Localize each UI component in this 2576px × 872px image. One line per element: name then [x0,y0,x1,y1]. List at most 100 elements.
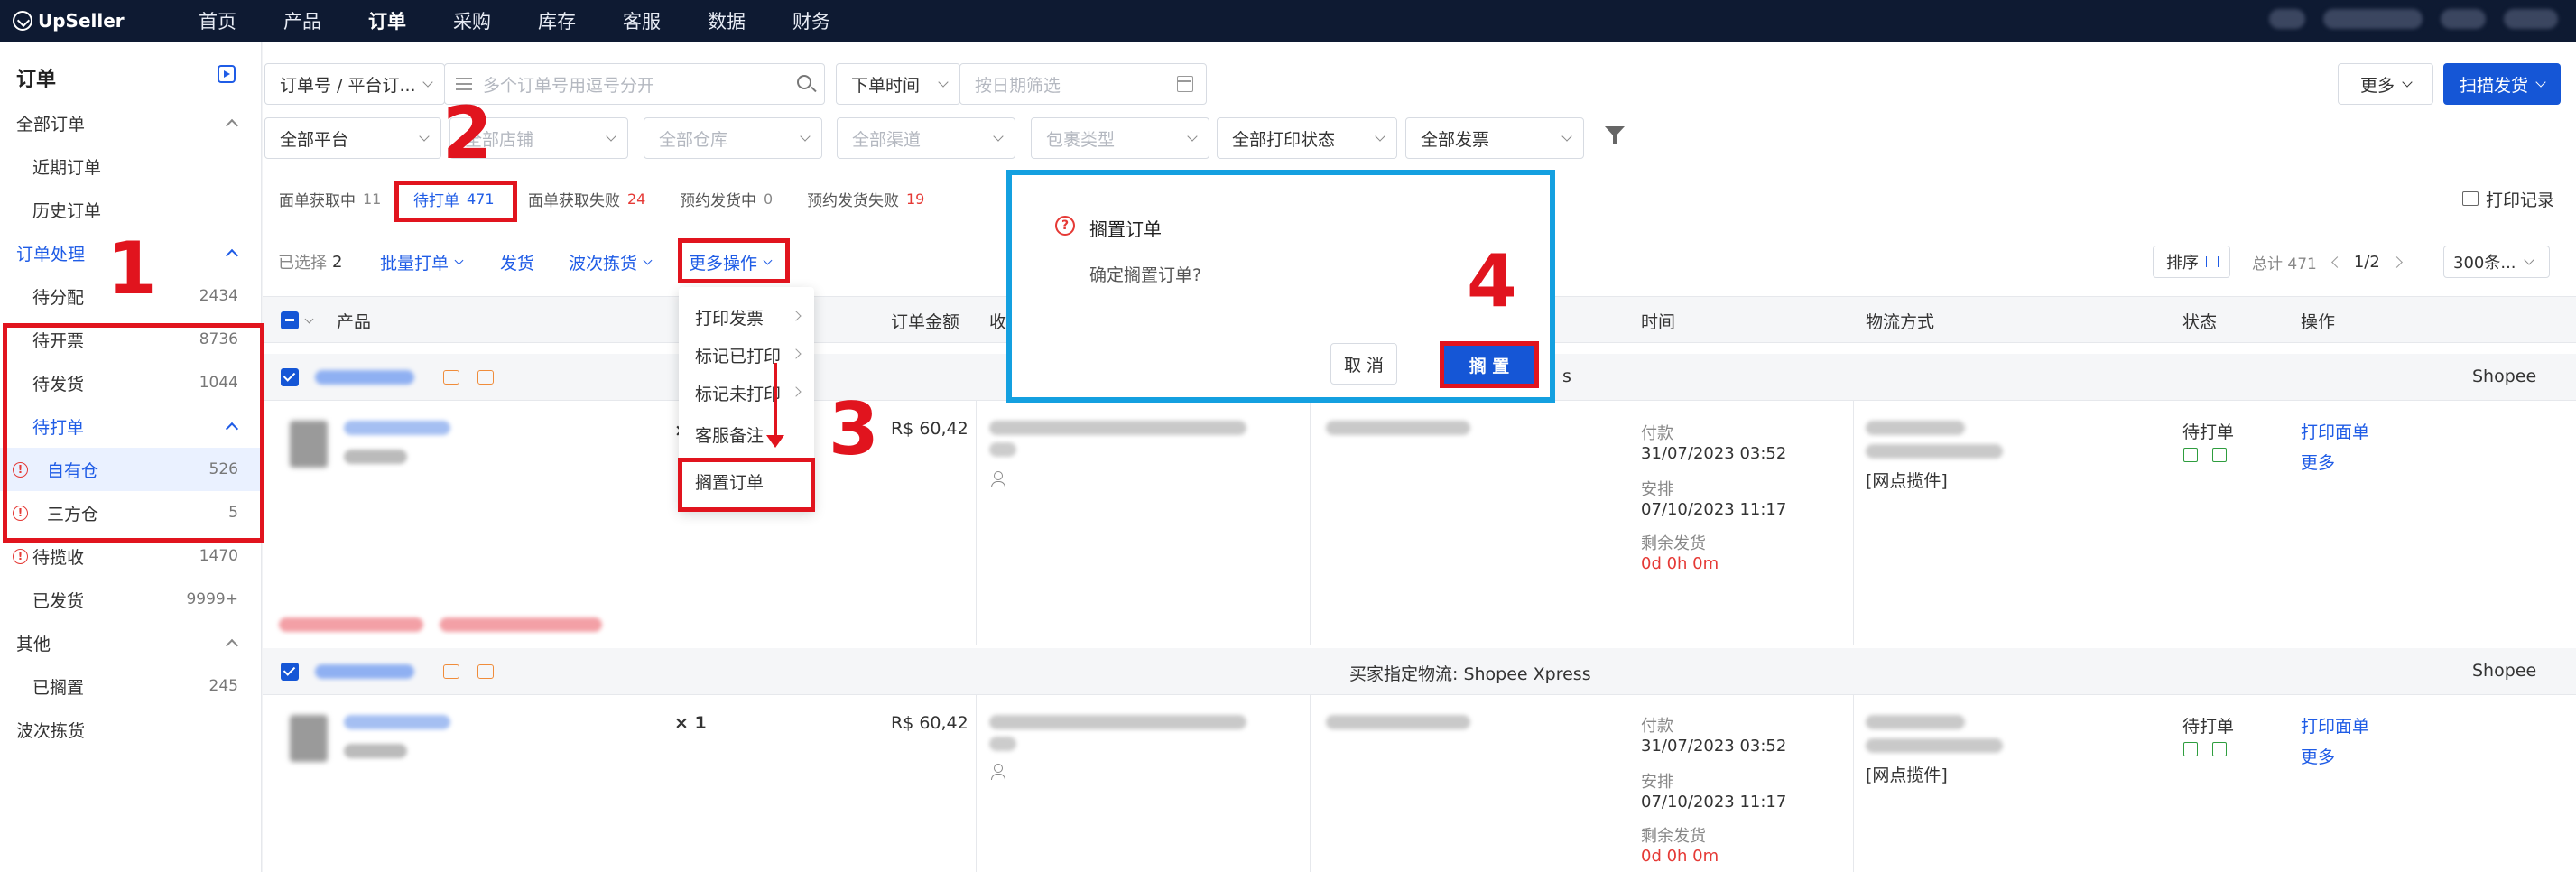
message-icon[interactable] [443,370,459,385]
order-search-input[interactable]: 多个订单号用逗号分开 [444,63,825,105]
tab-label: 预约发货中 [680,191,756,210]
blurred-account-item[interactable] [2269,9,2305,29]
chevron-down-icon [2523,255,2534,265]
alert-icon: ! [13,548,28,564]
channel-placeholder: 全部渠道 [852,129,922,150]
upseller-logo-icon [13,11,32,31]
tab-scheduled-shipping[interactable]: 预约发货中 0 [680,182,773,215]
message-icon[interactable] [443,664,459,679]
account-area [2269,9,2558,29]
scan-ship-label: 扫描发货 [2459,75,2528,96]
arrange-label: 安排 [1641,773,1673,792]
page-size-select[interactable]: 300条... [2443,246,2550,278]
batch-print-button[interactable]: 批量打单 [380,240,464,283]
blurred-product-name[interactable] [344,715,450,729]
tab-label-failed[interactable]: 面单获取失败 24 [528,182,645,215]
blurred-account-item[interactable] [2323,9,2423,29]
sort-button[interactable]: 排序 [2153,246,2230,278]
annotation-arrow [766,363,784,448]
row-more-link[interactable]: 更多 [2301,450,2335,474]
nav-home[interactable]: 首页 [175,7,260,34]
menu-item-mark-printed[interactable]: 标记已打印 [695,343,781,367]
filter-icon[interactable] [1605,126,1625,144]
tab-count: 19 [906,190,925,208]
tab-label: 面单获取中 [279,191,356,210]
date-filter-input[interactable]: 按日期筛选 [959,63,1207,105]
nav-orders[interactable]: 订单 [345,7,430,34]
channel-select[interactable]: 全部渠道 [837,117,1015,159]
blurred-sku [344,744,407,758]
order-status: 待打单 [2182,422,2235,442]
blurred-order-number[interactable] [315,370,414,385]
total-count: 总计 471 [2252,255,2317,274]
package-type-select[interactable]: 包裹类型 [1031,117,1209,159]
order-group-header: 买家指定物流: Shopee Xpress Shopee [263,648,2576,695]
sidebar-group-other[interactable]: 其他 [0,621,262,664]
product-thumbnail[interactable] [290,421,328,468]
wave-pick-button[interactable]: 波次拣货 [569,240,653,283]
annotation-number-3: 3 [829,387,879,471]
nav-products[interactable]: 产品 [260,7,345,34]
nav-finance[interactable]: 财务 [769,7,854,34]
menu-item-mark-unprinted[interactable]: 标记未打印 [695,381,781,405]
chevron-right-icon [791,386,802,397]
nav-data[interactable]: 数据 [684,7,769,34]
order-checkbox[interactable] [281,663,299,681]
column-divider [1310,695,1311,872]
chevron-up-icon [225,118,239,133]
scan-ship-button[interactable]: 扫描发货 [2443,63,2561,105]
sidebar-group-all-orders[interactable]: 全部订单 [0,101,262,144]
ship-button[interactable]: 发货 [500,240,534,283]
search-type-select[interactable]: 订单号 / 平台订... [264,63,445,105]
blurred-product-name[interactable] [344,421,450,435]
nav-service[interactable]: 客服 [599,7,684,34]
sort-label: 排序 [2166,254,2199,273]
menu-item-service-note[interactable]: 客服备注 [695,422,764,447]
tab-label-fetching[interactable]: 面单获取中 11 [279,182,381,215]
sidebar-item-history-orders[interactable]: 历史订单 [0,188,262,231]
time-type-select[interactable]: 下单时间 [836,63,960,105]
dialog-confirm-button[interactable]: 搁 置 [1440,341,1539,388]
sidebar-item-shipped[interactable]: 已发货 9999+ [0,578,262,621]
nav-inventory[interactable]: 库存 [514,7,599,34]
print-status-select[interactable]: 全部打印状态 [1217,117,1397,159]
blurred-account-item[interactable] [2441,9,2486,29]
next-page-icon[interactable] [2390,255,2403,268]
print-label-link[interactable]: 打印面单 [2301,419,2369,443]
sidebar-label: 其他 [16,634,51,654]
tab-scheduled-failed[interactable]: 预约发货失败 19 [807,182,924,215]
platform-select[interactable]: 全部平台 [264,117,441,159]
nav-purchase[interactable]: 采购 [430,7,514,34]
dialog-cancel-button[interactable]: 取 消 [1330,343,1397,385]
brand-logo[interactable]: UpSeller [13,10,148,32]
note-icon[interactable] [477,664,494,679]
sidebar-item-shelved[interactable]: 已搁置 245 [0,664,262,708]
menu-item-print-invoice[interactable]: 打印发票 [695,305,764,329]
prev-page-icon[interactable] [2330,255,2343,268]
sidebar-label: 全部订单 [16,114,86,135]
sidebar-item-recent-orders[interactable]: 近期订单 [0,144,262,188]
platform-label: Shopee [2472,661,2537,681]
chevron-down-icon [993,131,1004,142]
annotation-number-2: 2 [442,91,493,175]
collapse-sidebar-icon[interactable] [218,65,236,83]
print-label-link[interactable]: 打印面单 [2301,713,2369,737]
order-checkbox[interactable] [281,368,299,386]
warehouse-select[interactable]: 全部仓库 [644,117,822,159]
blurred-tracking [1866,444,2003,459]
search-icon[interactable] [797,75,811,89]
print-log-link[interactable]: 打印记录 [2461,182,2554,215]
note-icon[interactable] [477,370,494,385]
select-all-checkbox[interactable] [281,297,314,344]
group-logistics-tail: s [1562,366,1571,386]
sidebar-item-wave-pick[interactable]: 波次拣货 [0,708,262,751]
row-more-link[interactable]: 更多 [2301,744,2335,768]
invoice-select[interactable]: 全部发票 [1405,117,1584,159]
product-thumbnail[interactable] [290,715,328,762]
blurred-order-number[interactable] [315,664,414,679]
more-button[interactable]: 更多 [2338,63,2433,105]
blurred-account-item[interactable] [2504,9,2558,29]
batch-print-label: 批量打单 [380,253,449,274]
time-type-value: 下单时间 [851,75,921,96]
sidebar-label: 待分配 [32,287,85,308]
